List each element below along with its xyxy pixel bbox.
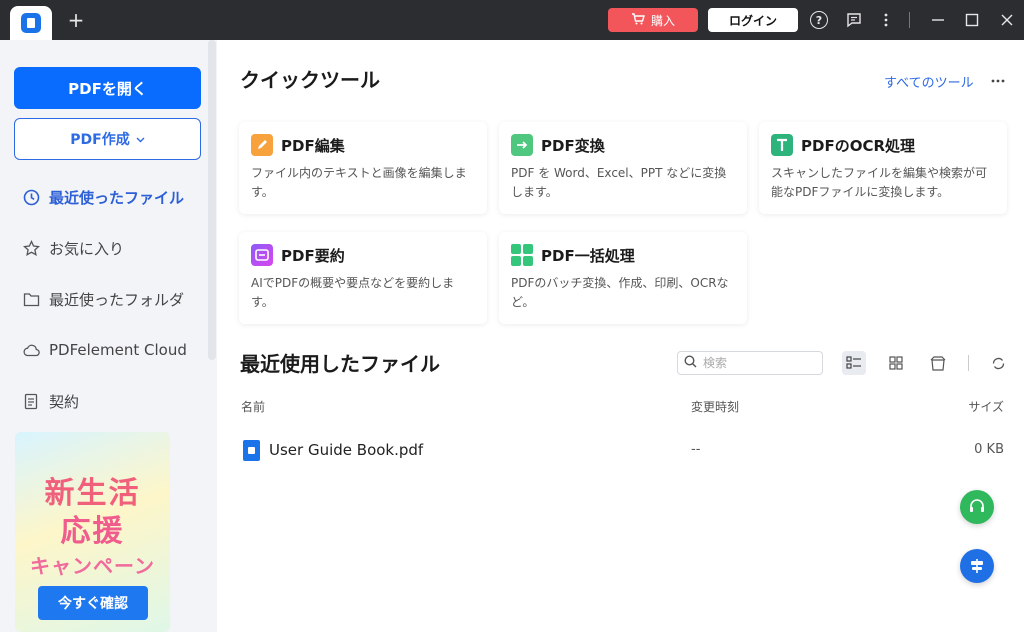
promo-banner[interactable]: 新生活 応援 キャンペーン 今すぐ確認: [15, 432, 170, 632]
login-button[interactable]: ログイン: [708, 8, 798, 32]
convert-pdf-icon: [511, 134, 533, 156]
tool-card-title: PDF編集: [281, 136, 345, 155]
tool-card-batch-pdf[interactable]: PDF一括処理 PDFのバッチ変換、作成、印刷、OCRなど。: [499, 232, 747, 324]
summary-icon: [251, 244, 273, 266]
support-headset-icon[interactable]: [960, 490, 994, 524]
search-input[interactable]: [703, 356, 813, 370]
tool-card-description: スキャンしたファイルを編集や検索が可能なPDFファイルに変換します。: [771, 166, 988, 199]
search-icon: [684, 354, 697, 372]
promo-check-now-button[interactable]: 今すぐ確認: [38, 586, 148, 620]
sidebar-item-label: お気に入り: [49, 239, 125, 258]
grid-view-icon[interactable]: [884, 351, 908, 375]
tool-card-summarize-pdf[interactable]: PDF要約 AIでPDFの概要や要点などを要約します。: [239, 232, 487, 324]
quick-tools-title: クイックツール: [240, 68, 380, 92]
sidebar-item-cloud[interactable]: PDFelement Cloud: [22, 338, 187, 362]
sidebar-scrollbar[interactable]: [208, 40, 216, 360]
clock-icon: [22, 188, 40, 206]
guide-signpost-icon[interactable]: [960, 549, 994, 583]
sidebar-item-label: PDFelement Cloud: [49, 341, 187, 359]
pdf-file-icon: [243, 440, 260, 461]
trash-bin-icon[interactable]: [926, 351, 950, 375]
more-horizontal-icon[interactable]: [990, 68, 1006, 87]
pdfelement-logo-icon: [21, 13, 41, 33]
sidebar-item-favorites[interactable]: お気に入り: [22, 236, 124, 260]
file-size: 0 KB: [974, 442, 1004, 457]
tool-card-description: ファイル内のテキストと画像を編集します。: [251, 166, 467, 199]
tool-card-title: PDF一括処理: [541, 246, 635, 265]
tool-card-convert-pdf[interactable]: PDF変換 PDF を Word、Excel、PPT などに変換します。: [499, 122, 747, 214]
recent-files-title: 最近使用したファイル: [240, 352, 440, 376]
batch-icon: [511, 244, 533, 266]
file-modified: --: [691, 442, 701, 457]
tool-card-edit-pdf[interactable]: PDF編集 ファイル内のテキストと画像を編集します。: [239, 122, 487, 214]
all-tools-link[interactable]: すべてのツール: [884, 72, 974, 91]
table-row[interactable]: User Guide Book.pdf -- 0 KB: [232, 432, 1014, 468]
document-icon: [22, 392, 40, 410]
create-pdf-label: PDF作成: [70, 132, 130, 148]
sidebar: PDFを開く PDF作成 最近使ったファイル お気に入り 最近使ったフォルダ P…: [0, 40, 217, 632]
maximize-icon[interactable]: [962, 10, 982, 30]
tool-card-title: PDF変換: [541, 136, 605, 155]
toolbar-divider: [968, 355, 969, 371]
titlebar-divider: [909, 12, 910, 28]
edit-pdf-icon: [251, 134, 273, 156]
close-icon[interactable]: [997, 10, 1017, 30]
tool-card-description: AIでPDFの概要や要点などを要約します。: [251, 276, 455, 309]
buy-button[interactable]: 購入: [608, 8, 698, 32]
refresh-icon[interactable]: [986, 351, 1010, 375]
sidebar-item-label: 最近使ったファイル: [49, 188, 185, 207]
column-header-name[interactable]: 名前: [241, 398, 265, 415]
promo-campaign-text: キャンペーン: [30, 554, 155, 578]
sidebar-item-contracts[interactable]: 契約: [22, 389, 79, 413]
sidebar-item-recent-files[interactable]: 最近使ったファイル: [22, 185, 184, 209]
column-header-size[interactable]: サイズ: [968, 398, 1004, 415]
cart-icon: [631, 12, 645, 29]
ocr-icon: [771, 134, 793, 156]
tool-card-ocr[interactable]: PDFのOCR処理 スキャンしたファイルを編集や検索が可能なPDFファイルに変換…: [759, 122, 1007, 214]
sidebar-item-label: 最近使ったフォルダ: [49, 290, 185, 309]
title-bar: + 購入 ログイン ?: [0, 0, 1024, 40]
star-icon: [22, 239, 40, 257]
help-icon[interactable]: ?: [810, 11, 828, 29]
open-pdf-button[interactable]: PDFを開く: [14, 67, 201, 109]
sidebar-item-label: 契約: [49, 392, 80, 411]
column-header-modified[interactable]: 変更時刻: [691, 398, 739, 415]
buy-label: 購入: [650, 13, 675, 28]
minimize-icon[interactable]: [928, 10, 948, 30]
chevron-down-icon: [136, 131, 145, 147]
new-tab-button[interactable]: +: [66, 8, 86, 32]
tool-card-description: PDFのバッチ変換、作成、印刷、OCRなど。: [511, 276, 729, 309]
promo-headline-2: 応援: [60, 514, 125, 549]
list-view-icon[interactable]: [842, 351, 866, 375]
create-pdf-button[interactable]: PDF作成: [14, 118, 201, 160]
feedback-icon[interactable]: [844, 10, 864, 30]
cloud-icon: [22, 341, 40, 359]
app-home-tab[interactable]: [10, 6, 52, 40]
tool-card-description: PDF を Word、Excel、PPT などに変換します。: [511, 166, 727, 199]
tool-card-title: PDF要約: [281, 246, 345, 265]
folder-icon: [22, 290, 40, 308]
file-name: User Guide Book.pdf: [269, 441, 424, 459]
sidebar-item-recent-folders[interactable]: 最近使ったフォルダ: [22, 287, 184, 311]
search-box[interactable]: [677, 351, 823, 375]
tool-card-title: PDFのOCR処理: [801, 136, 916, 155]
more-vertical-icon[interactable]: [876, 10, 896, 30]
